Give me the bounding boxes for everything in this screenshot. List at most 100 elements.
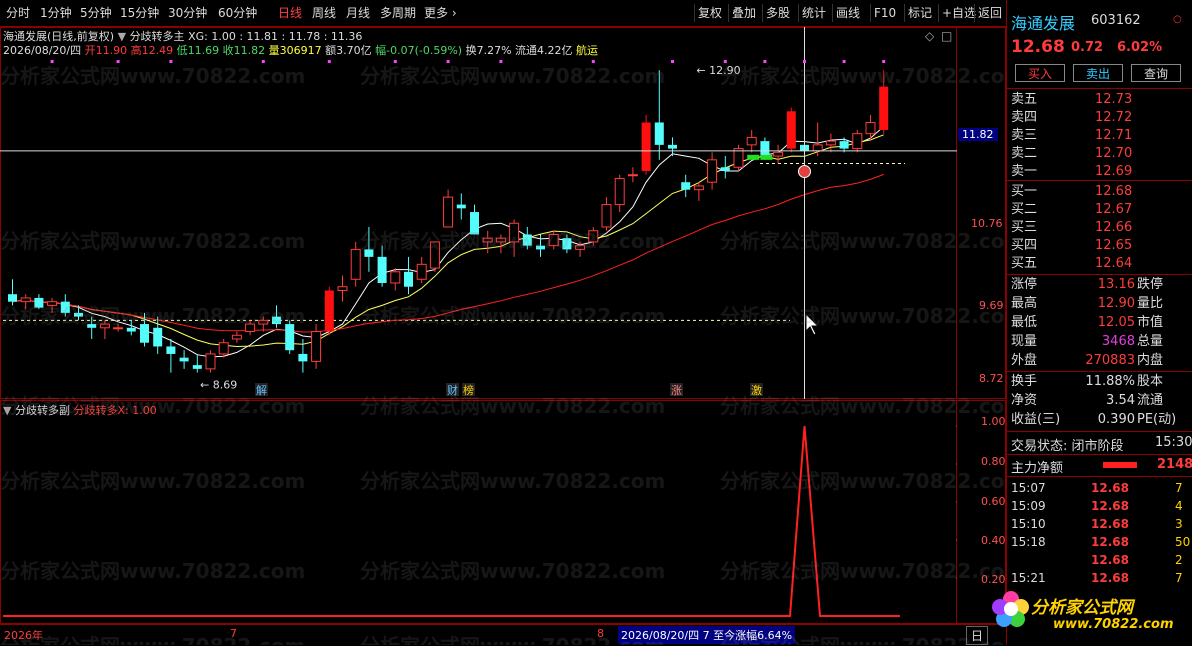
event-tag[interactable]: 财 bbox=[446, 383, 459, 397]
period-tab-2[interactable]: 5分钟 bbox=[80, 5, 112, 21]
candle[interactable] bbox=[786, 107, 796, 153]
candle[interactable] bbox=[337, 275, 348, 302]
candle[interactable] bbox=[614, 174, 625, 213]
period-switch[interactable]: 日 bbox=[966, 626, 989, 645]
candle[interactable] bbox=[258, 316, 269, 332]
candle[interactable] bbox=[192, 353, 202, 373]
candle[interactable] bbox=[562, 234, 572, 254]
candle[interactable] bbox=[733, 144, 744, 171]
bid-level-row[interactable]: 买五 12.64 bbox=[1011, 255, 1191, 273]
candle[interactable] bbox=[20, 294, 31, 310]
candle[interactable] bbox=[627, 167, 638, 183]
toolbar-button-4[interactable]: 画线 bbox=[832, 4, 863, 22]
candle[interactable] bbox=[324, 286, 334, 336]
period-tab-9[interactable]: 多周期 bbox=[380, 5, 416, 21]
candle[interactable] bbox=[245, 320, 256, 336]
candle[interactable] bbox=[377, 245, 387, 287]
event-tag[interactable]: 解 bbox=[255, 383, 268, 397]
period-tab-1[interactable]: 1分钟 bbox=[40, 5, 72, 21]
toolbar-button-2[interactable]: 多股 bbox=[762, 4, 793, 22]
candle[interactable] bbox=[693, 182, 704, 201]
tick-row[interactable]: 15:09 12.68 4 bbox=[1007, 497, 1192, 515]
candle[interactable] bbox=[231, 331, 242, 343]
candle[interactable] bbox=[720, 156, 730, 179]
toolbar-button-8[interactable]: 返回 bbox=[974, 4, 1005, 22]
tick-row[interactable]: 15:07 12.68 7 bbox=[1007, 479, 1192, 497]
candle[interactable] bbox=[456, 193, 466, 220]
tick-row[interactable]: 15:18 12.68 50 bbox=[1007, 533, 1192, 551]
candle[interactable] bbox=[495, 234, 506, 254]
toolbar-button-0[interactable]: 复权 bbox=[694, 4, 725, 22]
period-tab-4[interactable]: 30分钟 bbox=[168, 5, 207, 21]
toolbar-button-7[interactable]: +自选 bbox=[938, 4, 979, 22]
toolbar-button-6[interactable]: 标记 bbox=[904, 4, 935, 22]
candle[interactable] bbox=[746, 129, 757, 153]
tick-row[interactable]: 12.68 2 bbox=[1007, 551, 1192, 569]
candle[interactable] bbox=[126, 320, 136, 336]
toolbar-button-3[interactable]: 统计 bbox=[798, 4, 829, 22]
candle[interactable] bbox=[166, 339, 176, 373]
candle[interactable] bbox=[311, 324, 322, 369]
candle[interactable] bbox=[390, 268, 401, 291]
candle[interactable] bbox=[601, 197, 612, 231]
event-tag[interactable]: 激 bbox=[750, 383, 763, 397]
period-tab-10[interactable]: 更多 › bbox=[424, 5, 457, 21]
candle[interactable] bbox=[60, 294, 70, 317]
candle[interactable] bbox=[522, 227, 532, 250]
candle[interactable] bbox=[99, 320, 110, 339]
toolbar-button-1[interactable]: 叠加 bbox=[728, 4, 759, 22]
candle[interactable] bbox=[364, 227, 374, 272]
period-tab-7[interactable]: 周线 bbox=[312, 5, 336, 21]
signal-dot-icon[interactable] bbox=[798, 165, 811, 179]
candle[interactable] bbox=[773, 144, 784, 164]
candle[interactable] bbox=[668, 137, 677, 157]
bid-level-row[interactable]: 买二 12.67 bbox=[1011, 201, 1191, 219]
period-tab-8[interactable]: 月线 bbox=[346, 5, 370, 21]
period-tab-5[interactable]: 60分钟 bbox=[218, 5, 257, 21]
bid-level-row[interactable]: 买三 12.66 bbox=[1011, 219, 1191, 237]
ask-level-row[interactable]: 卖一 12.69 bbox=[1011, 163, 1191, 181]
candle[interactable] bbox=[879, 70, 889, 134]
tick-row[interactable]: 15:10 12.68 3 bbox=[1007, 515, 1192, 533]
candle[interactable] bbox=[509, 219, 520, 257]
sell-button[interactable]: 卖出 bbox=[1073, 64, 1123, 82]
ask-level-row[interactable]: 卖二 12.70 bbox=[1011, 145, 1191, 163]
candle[interactable] bbox=[416, 256, 427, 283]
candle[interactable] bbox=[47, 297, 58, 313]
query-button[interactable]: 查询 bbox=[1131, 64, 1181, 82]
candle[interactable] bbox=[285, 320, 295, 354]
toolbar-button-5[interactable]: F10 bbox=[870, 4, 899, 22]
candle[interactable] bbox=[34, 294, 44, 310]
candle[interactable] bbox=[8, 279, 17, 306]
candlestick-chart[interactable]: ← 12.90 ← 8.69 解 财榜 涨 激 bbox=[0, 27, 957, 399]
candle[interactable] bbox=[482, 230, 493, 254]
ask-level-row[interactable]: 卖三 12.71 bbox=[1011, 127, 1191, 145]
period-tab-0[interactable]: 分时 bbox=[6, 5, 30, 21]
candle[interactable] bbox=[825, 133, 836, 153]
ask-level-row[interactable]: 卖四 12.72 bbox=[1011, 109, 1191, 127]
candle[interactable] bbox=[205, 350, 216, 373]
period-tab-6[interactable]: 日线 bbox=[278, 5, 302, 21]
oscillator-chart[interactable] bbox=[0, 400, 957, 624]
candle[interactable] bbox=[272, 305, 281, 328]
candle[interactable] bbox=[852, 129, 863, 153]
candle[interactable] bbox=[429, 241, 440, 272]
candle[interactable] bbox=[548, 230, 559, 250]
candle[interactable] bbox=[443, 189, 454, 228]
event-tag[interactable]: 榜 bbox=[462, 383, 475, 397]
candle[interactable] bbox=[153, 316, 163, 354]
candle[interactable] bbox=[470, 204, 479, 235]
buy-button[interactable]: 买入 bbox=[1015, 64, 1065, 82]
candle[interactable] bbox=[865, 115, 876, 142]
candle[interactable] bbox=[641, 115, 651, 175]
candle[interactable] bbox=[350, 241, 361, 287]
ask-level-row[interactable]: 卖五 12.73 bbox=[1011, 91, 1191, 109]
bid-level-row[interactable]: 买四 12.65 bbox=[1011, 237, 1191, 255]
candle[interactable] bbox=[404, 256, 413, 295]
candle[interactable] bbox=[113, 324, 124, 332]
candle[interactable] bbox=[707, 152, 718, 190]
event-tag[interactable]: 涨 bbox=[670, 383, 683, 397]
bid-level-row[interactable]: 买一 12.68 bbox=[1011, 183, 1191, 201]
candle[interactable] bbox=[681, 174, 691, 198]
candle[interactable] bbox=[654, 70, 664, 160]
